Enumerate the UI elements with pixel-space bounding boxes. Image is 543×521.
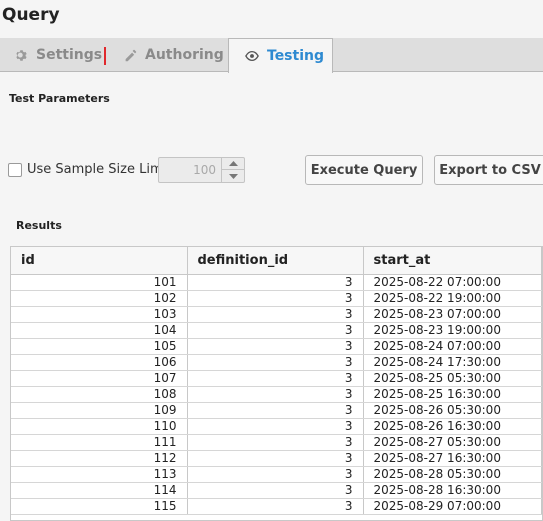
export-csv-button[interactable]: Export to CSV — [434, 155, 543, 185]
cell-id[interactable]: 105 — [11, 338, 188, 355]
column-header-id[interactable]: id — [11, 247, 188, 275]
modified-marker — [104, 47, 106, 65]
sample-size-spinner[interactable]: 100 — [158, 157, 245, 183]
cell-definition-id[interactable]: 3 — [187, 386, 364, 403]
table-row[interactable]: 101 3 2025-08-22 07:00:00 — [11, 274, 542, 291]
tab-bar: Settings Authoring Testing — [0, 38, 543, 73]
cell-start-at[interactable]: 2025-08-28 05:30:00 — [363, 466, 542, 483]
table-row[interactable]: 109 3 2025-08-26 05:30:00 — [11, 402, 542, 419]
results-table[interactable]: id definition_id start_at 101 3 2025-08-22… — [10, 246, 543, 521]
table-row[interactable]: 105 3 2025-08-24 07:00:00 — [11, 338, 542, 355]
results-heading: Results — [16, 219, 62, 232]
page-title: Query — [2, 5, 60, 25]
chevron-down-icon — [228, 173, 238, 179]
cell-start-at[interactable]: 2025-08-24 17:30:00 — [363, 354, 542, 371]
cell-id[interactable]: 113 — [11, 466, 188, 483]
table-row[interactable]: 103 3 2025-08-23 07:00:00 — [11, 306, 542, 323]
column-header-definition-id[interactable]: definition_id — [187, 247, 364, 275]
cell-id[interactable]: 104 — [11, 322, 188, 339]
decrement-button[interactable] — [222, 170, 244, 182]
cell-id[interactable]: 114 — [11, 482, 188, 499]
increment-button[interactable] — [222, 158, 244, 170]
tab-authoring-label: Authoring — [145, 47, 224, 63]
cell-id[interactable]: 102 — [11, 290, 188, 307]
cell-definition-id[interactable]: 3 — [187, 338, 364, 355]
table-row[interactable]: 111 3 2025-08-27 05:30:00 — [11, 434, 542, 451]
cell-definition-id[interactable]: 3 — [187, 498, 364, 515]
table-row[interactable]: 114 3 2025-08-28 16:30:00 — [11, 482, 542, 499]
query-editor: Query Settings Authoring Testing Test Pa… — [0, 0, 543, 521]
cell-definition-id[interactable]: 3 — [187, 322, 364, 339]
cell-start-at[interactable]: 2025-08-24 07:00:00 — [363, 338, 542, 355]
cell-definition-id[interactable]: 3 — [187, 290, 364, 307]
cell-start-at[interactable]: 2025-08-26 16:30:00 — [363, 418, 542, 435]
cell-id[interactable]: 112 — [11, 450, 188, 467]
cell-id[interactable]: 110 — [11, 418, 188, 435]
gear-icon — [14, 48, 28, 62]
test-parameters-heading: Test Parameters — [9, 92, 110, 105]
tab-settings-label: Settings — [36, 47, 103, 63]
cell-definition-id[interactable]: 3 — [187, 482, 364, 499]
tab-testing-label: Testing — [267, 48, 324, 64]
spinner-buttons — [221, 158, 244, 182]
cell-id[interactable]: 109 — [11, 402, 188, 419]
cell-start-at[interactable]: 2025-08-27 16:30:00 — [363, 450, 542, 467]
cell-definition-id[interactable]: 3 — [187, 402, 364, 419]
cell-start-at[interactable]: 2025-08-25 16:30:00 — [363, 386, 542, 403]
cell-start-at[interactable]: 2025-08-22 07:00:00 — [363, 274, 542, 291]
table-row[interactable]: 110 3 2025-08-26 16:30:00 — [11, 418, 542, 435]
cell-start-at[interactable]: 2025-08-23 19:00:00 — [363, 322, 542, 339]
table-row[interactable]: 107 3 2025-08-25 05:30:00 — [11, 370, 542, 387]
table-row[interactable]: 112 3 2025-08-27 16:30:00 — [11, 450, 542, 467]
cell-start-at[interactable]: 2025-08-28 16:30:00 — [363, 482, 542, 499]
cell-id[interactable]: 107 — [11, 370, 188, 387]
cell-definition-id[interactable]: 3 — [187, 466, 364, 483]
table-row[interactable]: 102 3 2025-08-22 19:00:00 — [11, 290, 542, 307]
cell-start-at[interactable]: 2025-08-25 05:30:00 — [363, 370, 542, 387]
cell-start-at[interactable]: 2025-08-26 05:30:00 — [363, 402, 542, 419]
sample-size-value[interactable]: 100 — [193, 163, 216, 177]
pencil-icon — [123, 48, 137, 62]
cell-id[interactable]: 101 — [11, 274, 188, 291]
tab-testing[interactable]: Testing — [228, 38, 333, 73]
table-row[interactable]: 106 3 2025-08-24 17:30:00 — [11, 354, 542, 371]
cell-start-at[interactable]: 2025-08-29 07:00:00 — [363, 498, 542, 515]
cell-start-at[interactable]: 2025-08-27 05:30:00 — [363, 434, 542, 451]
table-row[interactable]: 104 3 2025-08-23 19:00:00 — [11, 322, 542, 339]
cell-start-at[interactable]: 2025-08-23 07:00:00 — [363, 306, 542, 323]
sample-limit-row: Use Sample Size Limit — [8, 162, 171, 177]
table-row[interactable]: 108 3 2025-08-25 16:30:00 — [11, 386, 542, 403]
cell-definition-id[interactable]: 3 — [187, 306, 364, 323]
cell-id[interactable]: 106 — [11, 354, 188, 371]
column-header-start-at[interactable]: start_at — [363, 247, 542, 275]
execute-query-button[interactable]: Execute Query — [305, 155, 423, 185]
cell-start-at[interactable]: 2025-08-22 19:00:00 — [363, 290, 542, 307]
sample-limit-label[interactable]: Use Sample Size Limit — [27, 162, 171, 177]
cell-definition-id[interactable]: 3 — [187, 418, 364, 435]
sample-limit-checkbox[interactable] — [8, 162, 22, 177]
table-row[interactable]: 113 3 2025-08-28 05:30:00 — [11, 466, 542, 483]
chevron-up-icon — [228, 161, 238, 166]
cell-id[interactable]: 111 — [11, 434, 188, 451]
cell-id[interactable]: 108 — [11, 386, 188, 403]
tab-settings[interactable]: Settings — [14, 38, 102, 72]
cell-id[interactable]: 103 — [11, 306, 188, 323]
cell-id[interactable]: 115 — [11, 498, 188, 515]
cell-definition-id[interactable]: 3 — [187, 274, 364, 291]
cell-definition-id[interactable]: 3 — [187, 450, 364, 467]
cell-definition-id[interactable]: 3 — [187, 434, 364, 451]
eye-icon — [245, 49, 259, 63]
table-row[interactable]: 115 3 2025-08-29 07:00:00 — [11, 498, 542, 515]
tab-authoring[interactable]: Authoring — [123, 38, 224, 72]
cell-definition-id[interactable]: 3 — [187, 370, 364, 387]
cell-definition-id[interactable]: 3 — [187, 354, 364, 371]
table-header-row: id definition_id start_at — [11, 247, 542, 275]
